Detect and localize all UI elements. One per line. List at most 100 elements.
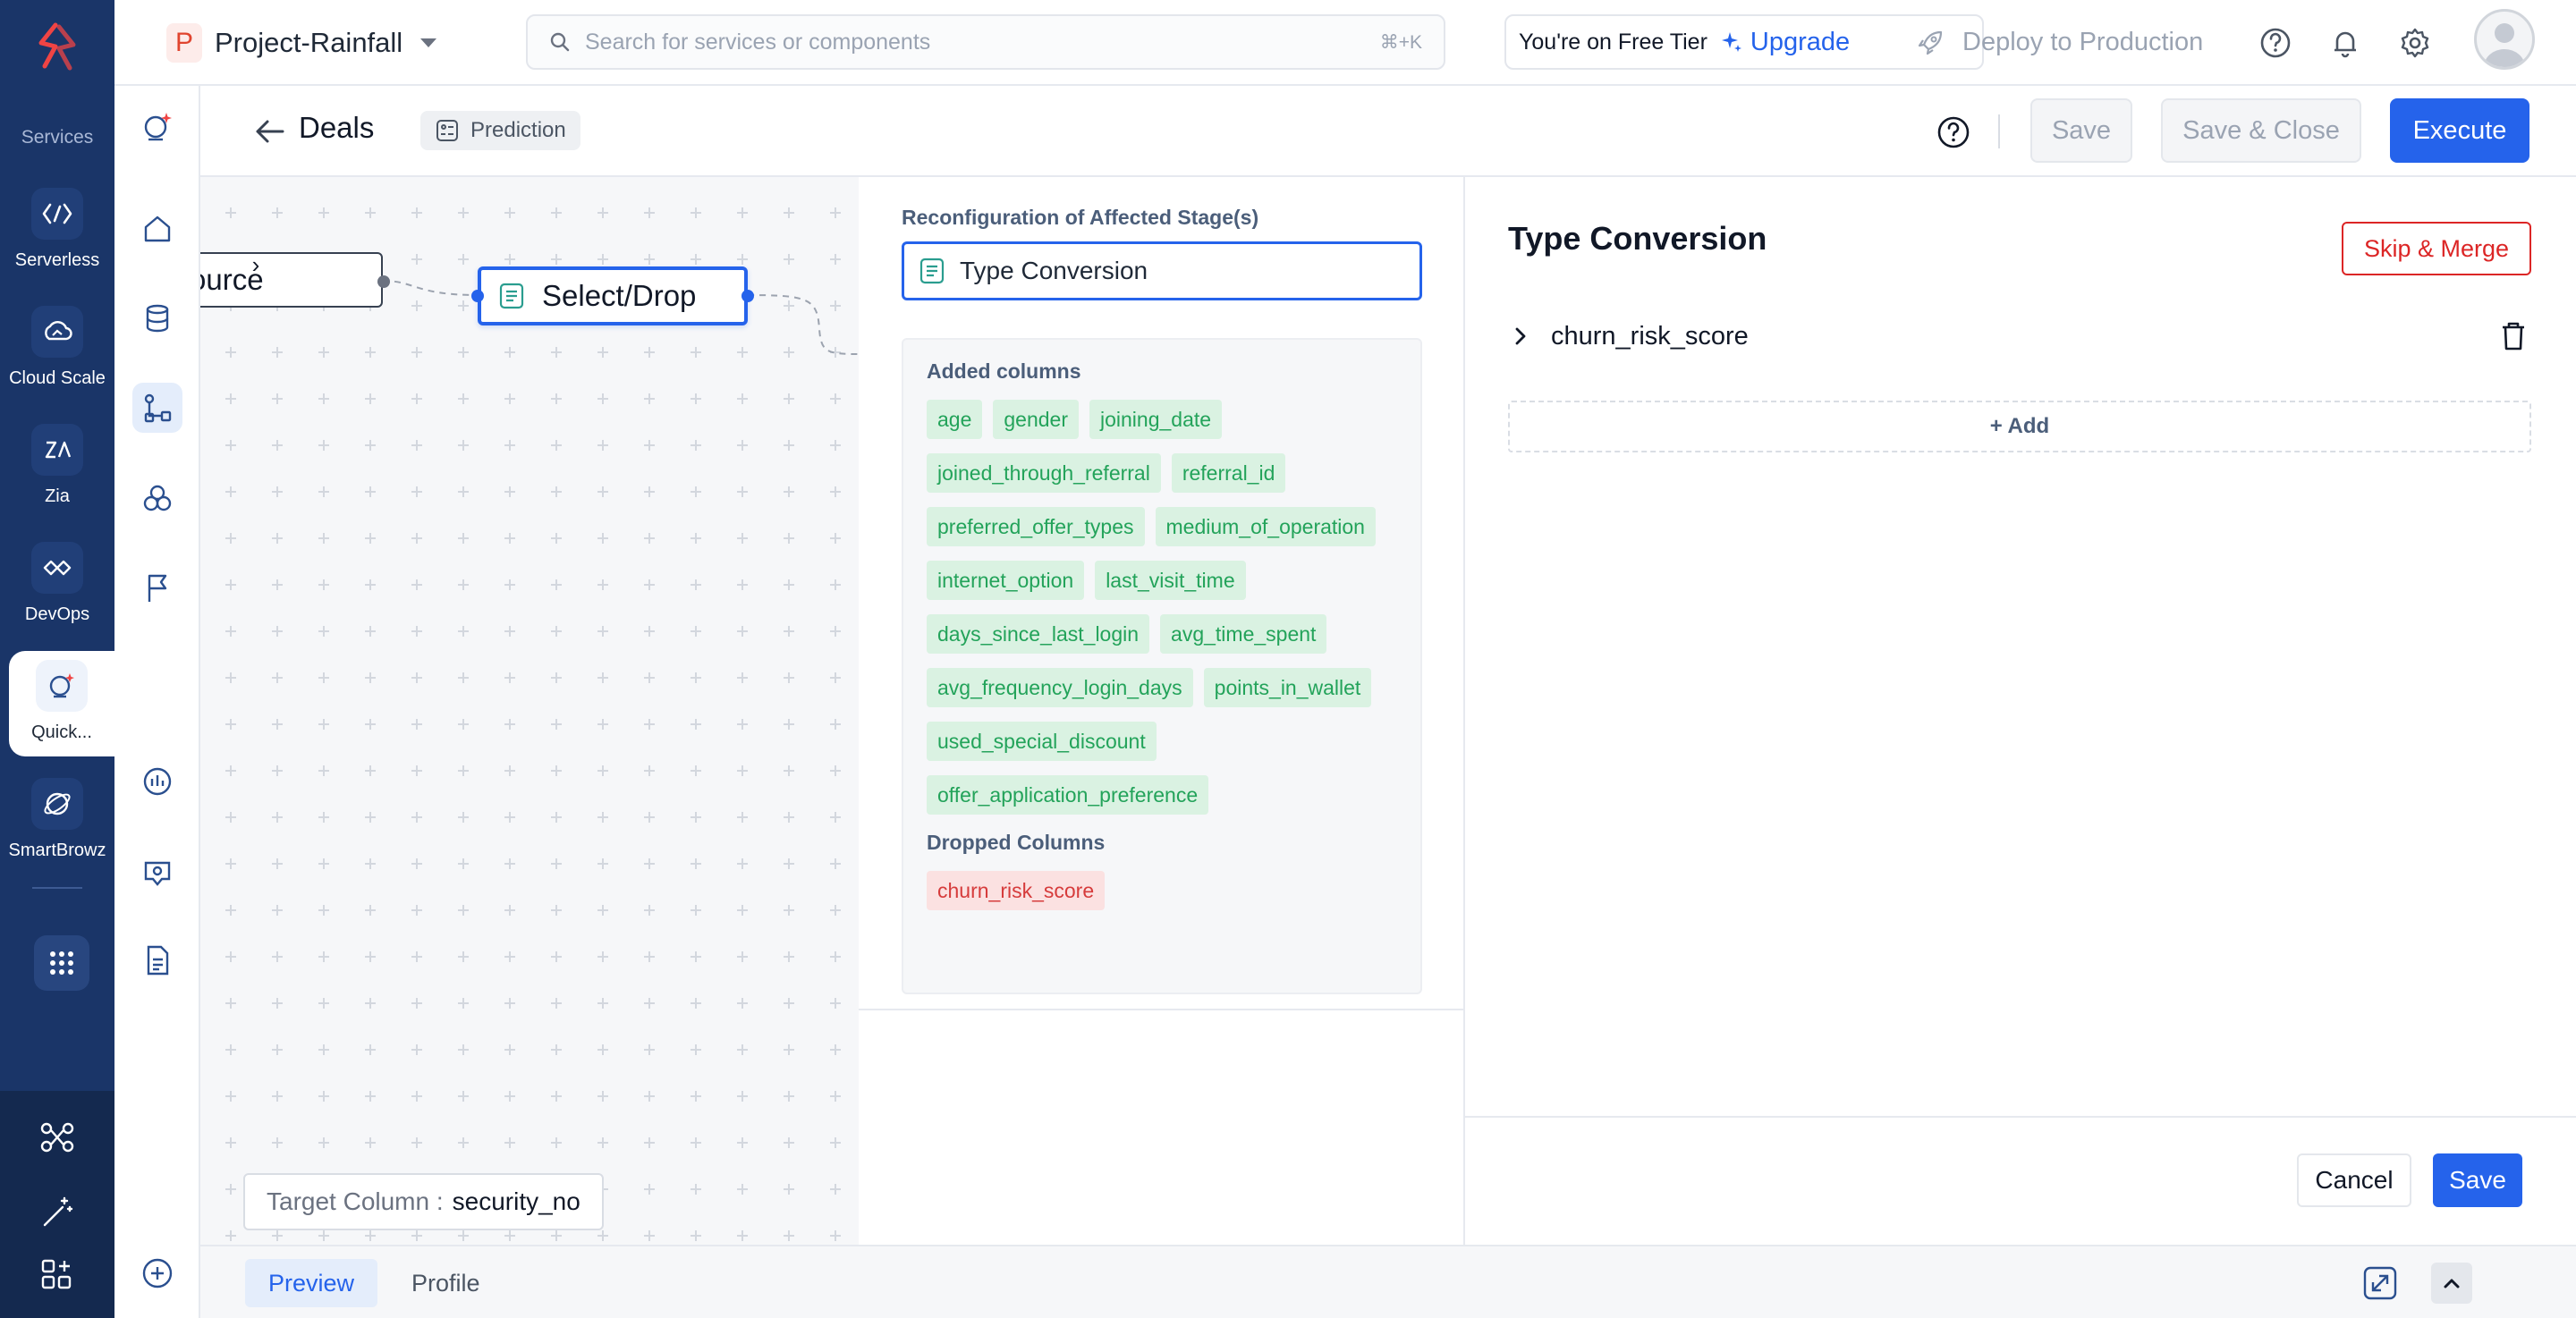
user-avatar[interactable] [2474, 9, 2535, 70]
tab-preview[interactable]: Preview [245, 1259, 378, 1307]
help-circle-icon[interactable] [1936, 114, 1971, 150]
rail-item-zia[interactable]: Zia [0, 415, 114, 520]
conversion-row[interactable]: churn_risk_score [1508, 311, 2531, 361]
middle-panel-divider [859, 1009, 1465, 1010]
added-column-chip: medium_of_operation [1155, 507, 1376, 546]
rail-item-serverless[interactable]: Serverless [0, 179, 114, 284]
chevron-down-icon [420, 38, 437, 47]
rail-item-label: SmartBrowz [8, 841, 106, 860]
add-widget-icon[interactable] [38, 1255, 77, 1295]
added-column-chip: gender [993, 400, 1079, 439]
analytics-icon[interactable] [132, 756, 182, 807]
models-icon[interactable] [132, 474, 182, 524]
search-input[interactable]: Search for services or components ⌘+K [526, 14, 1445, 70]
back-arrow-icon[interactable] [250, 113, 288, 150]
add-circle-icon[interactable] [132, 1248, 182, 1298]
magic-wand-icon[interactable] [38, 1193, 77, 1232]
added-column-chip: preferred_offer_types [927, 507, 1145, 546]
bell-icon[interactable] [2327, 25, 2363, 61]
tab-profile[interactable]: Profile [388, 1259, 504, 1307]
user-silhouette-icon [2484, 23, 2525, 67]
gear-icon[interactable] [2397, 25, 2433, 61]
ai-settings-icon[interactable] [132, 848, 182, 898]
added-column-chip: joining_date [1089, 400, 1223, 439]
bottom-bar: Preview Profile [200, 1245, 2576, 1318]
devops-icon [31, 542, 83, 594]
serverless-icon [31, 188, 83, 240]
prediction-tag: Prediction [420, 111, 580, 150]
rail-item-smartbrowz[interactable]: SmartBrowz [0, 769, 114, 874]
added-column-chip: referral_id [1171, 453, 1286, 493]
cancel-button[interactable]: Cancel [2297, 1153, 2411, 1207]
tier-text: You're on Free Tier [1519, 29, 1707, 55]
select-drop-out-port[interactable] [741, 290, 754, 302]
rail-item-cloud-scale[interactable]: Cloud Scale [0, 297, 114, 402]
page-header: Deals Prediction Save Save & Close Execu… [200, 86, 2576, 177]
skip-and-merge-button[interactable]: Skip & Merge [2342, 222, 2531, 275]
flag-icon[interactable] [132, 563, 182, 613]
integrations-icon[interactable] [38, 1118, 77, 1157]
upgrade-link[interactable]: Upgrade [1720, 28, 1850, 57]
rail-divider [32, 887, 82, 889]
added-column-chip: last_visit_time [1095, 561, 1246, 600]
added-column-chip: avg_frequency_login_days [927, 668, 1193, 707]
rail-item-label: DevOps [24, 604, 90, 624]
add-conversion-button[interactable]: + Add [1508, 401, 2531, 452]
execute-button[interactable]: Execute [2390, 98, 2529, 163]
type-conversion-title: Type Conversion [1508, 220, 1767, 257]
expand-icon[interactable] [2360, 1263, 2401, 1304]
rail-bottom-tools [0, 1091, 114, 1318]
page-title: Deals [299, 111, 375, 144]
dropped-columns-label: Dropped Columns [927, 831, 1106, 854]
quickml-home-logo-icon[interactable] [132, 102, 182, 152]
document-icon[interactable] [132, 935, 182, 985]
affected-stage-selector[interactable]: Type Conversion [902, 241, 1422, 300]
cloud-scale-icon [31, 306, 83, 358]
select-drop-node[interactable]: Select/Drop [478, 266, 748, 325]
help-icon[interactable] [2258, 25, 2293, 61]
save-button[interactable]: Save [2030, 98, 2132, 163]
panel-save-button[interactable]: Save [2433, 1153, 2522, 1207]
catalyst-logo-icon[interactable] [29, 20, 86, 73]
added-column-chip: joined_through_referral [927, 453, 1161, 493]
affected-stage-value: Type Conversion [960, 257, 1148, 284]
target-column-value: security_no [452, 1187, 580, 1215]
target-column-badge: Target Column : security_no [243, 1173, 604, 1230]
chevron-right-icon[interactable] [1508, 324, 1533, 349]
added-column-chip: used_special_discount [927, 722, 1157, 761]
added-columns-label: Added columns [927, 359, 1081, 383]
pipeline-canvas[interactable]: ource › Select/Drop Target Column : secu… [200, 177, 859, 1245]
select-drop-icon [499, 283, 524, 309]
pipeline-icon[interactable] [132, 383, 182, 433]
dropped-column-chip: churn_risk_score [927, 871, 1106, 910]
source-out-port[interactable] [377, 275, 390, 288]
trash-icon[interactable] [2496, 318, 2531, 354]
project-initial-badge: P [166, 23, 202, 63]
project-switcher[interactable]: P Project-Rainfall [166, 21, 437, 64]
smartbrowz-icon [31, 778, 83, 830]
search-placeholder: Search for services or components [585, 29, 931, 55]
rail-item-devops[interactable]: DevOps [0, 533, 114, 638]
deploy-to-production-button[interactable]: Deploy to Production [1916, 14, 2203, 70]
top-bar: P Project-Rainfall Search for services o… [114, 0, 2576, 86]
right-panel-footer-divider [1465, 1116, 2576, 1118]
collapse-up-icon[interactable] [2431, 1263, 2472, 1304]
save-and-close-button[interactable]: Save & Close [2161, 98, 2361, 163]
expand-chevron-icon[interactable]: › [236, 245, 275, 284]
database-icon[interactable] [132, 293, 182, 343]
all-services-grid-icon[interactable] [34, 935, 89, 991]
deploy-label: Deploy to Production [1962, 27, 2204, 56]
source-node[interactable]: ource [200, 252, 383, 308]
conversion-column-name: churn_risk_score [1551, 321, 1749, 351]
type-conversion-panel: Type Conversion Skip & Merge churn_risk_… [1465, 177, 2576, 1245]
rocket-icon [1918, 30, 1943, 55]
search-shortcut: ⌘+K [1379, 31, 1422, 53]
type-conversion-icon [919, 258, 945, 284]
added-column-chip: age [927, 400, 983, 439]
home-icon[interactable] [132, 204, 182, 254]
rail-item-quickml[interactable]: Quick... [9, 651, 114, 756]
select-drop-in-port[interactable] [471, 290, 484, 302]
services-section-label: Services [21, 127, 94, 148]
reconfiguration-label: Reconfiguration of Affected Stage(s) [902, 206, 1259, 229]
quickml-nav [114, 86, 200, 1318]
